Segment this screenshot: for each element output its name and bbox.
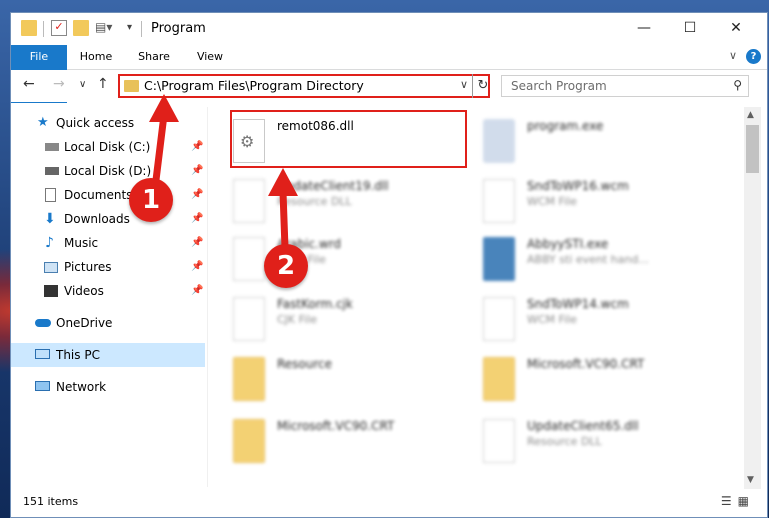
- step-1-badge: 1: [129, 178, 173, 222]
- step-2-badge: 2: [264, 244, 308, 288]
- arrow-2-head: [268, 168, 298, 196]
- arrow-1-shaft: [152, 111, 168, 184]
- annotation-arrows: [149, 94, 298, 252]
- arrow-1-head: [149, 94, 179, 122]
- arrow-2-shaft: [279, 188, 289, 252]
